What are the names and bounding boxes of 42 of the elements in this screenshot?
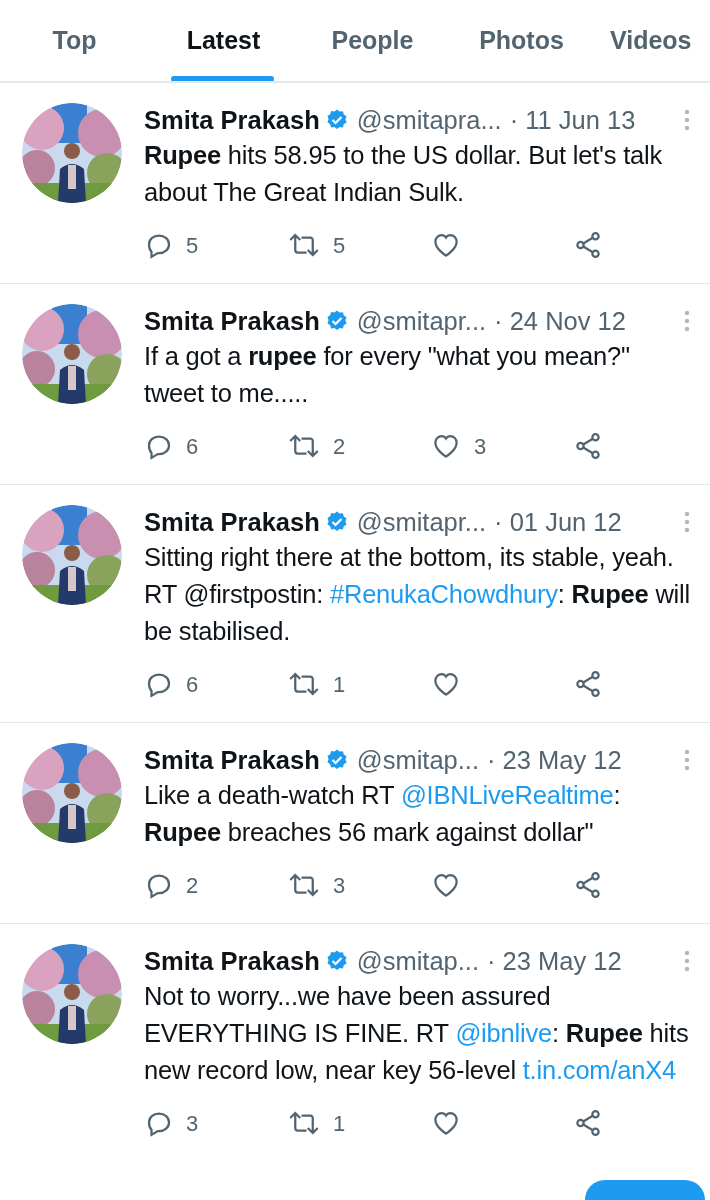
retweet-count: 1 [333,670,346,699]
reply-count: 2 [186,871,199,900]
tweet-text: Like a death-watch RT @IBNLiveRealtime: Rupee breaches 56 mark against dollar" [144,780,622,848]
user-handle: @smitap... [356,945,479,977]
retweet-count: 3 [333,871,346,900]
tweet-date: · 23 May 12 [487,945,622,977]
retweet-count: 2 [333,432,346,461]
tweet-date: · 11 Jun 13 [509,104,636,136]
share-icon[interactable] [573,870,603,900]
user-name: Smita Prakash [144,506,320,538]
retweet-count: 5 [333,231,346,260]
tweet-text: If a got a rupee for every "what you mean?" tweet to me..... [144,341,631,409]
retweet-count: 1 [333,1109,346,1138]
share-icon[interactable] [573,1108,603,1138]
tab[interactable]: People [298,0,447,81]
user-handle: @smitapra... [356,104,502,136]
tweet-date: · 23 May 12 [487,744,622,776]
tweet-text: Sitting right there at the bottom, its stable, yeah. RT @firstpostin: #RenukaChowdhury: Rupee will be stabilised. [144,542,690,647]
tab[interactable]: Videos [596,0,696,81]
reply-count: 3 [186,1109,199,1138]
user-name: Smita Prakash [144,104,320,136]
share-icon[interactable] [573,431,603,461]
user-handle: @smitapr... [356,506,487,538]
share-icon[interactable] [573,230,603,260]
like-count: 3 [474,432,487,461]
reply-count: 6 [186,432,199,461]
user-handle: @smitap... [356,744,479,776]
tab[interactable]: Top [0,0,149,81]
floating-button[interactable] [585,1180,705,1200]
user-name: Smita Prakash [144,744,320,776]
share-icon[interactable] [573,669,603,699]
tab[interactable]: Photos [447,0,596,81]
user-handle: @smitapr... [356,305,487,337]
tweet-text: Rupee hits 58.95 to the US dollar. But let's talk about The Great Indian Sulk. [144,140,664,208]
tab[interactable]: Latest [149,0,298,81]
tweet-date: · 24 Nov 12 [494,305,626,337]
user-name: Smita Prakash [144,305,320,337]
user-name: Smita Prakash [144,945,320,977]
tweet-date: · 01 Jun 12 [494,506,622,538]
reply-count: 6 [186,670,199,699]
tweet-text: Not to worry...we have been assured EVERYTHING IS FINE. RT @ibnlive: Rupee hits new record low, near key 56-level t.in.com/anX4 [144,981,690,1086]
reply-count: 5 [186,231,199,260]
